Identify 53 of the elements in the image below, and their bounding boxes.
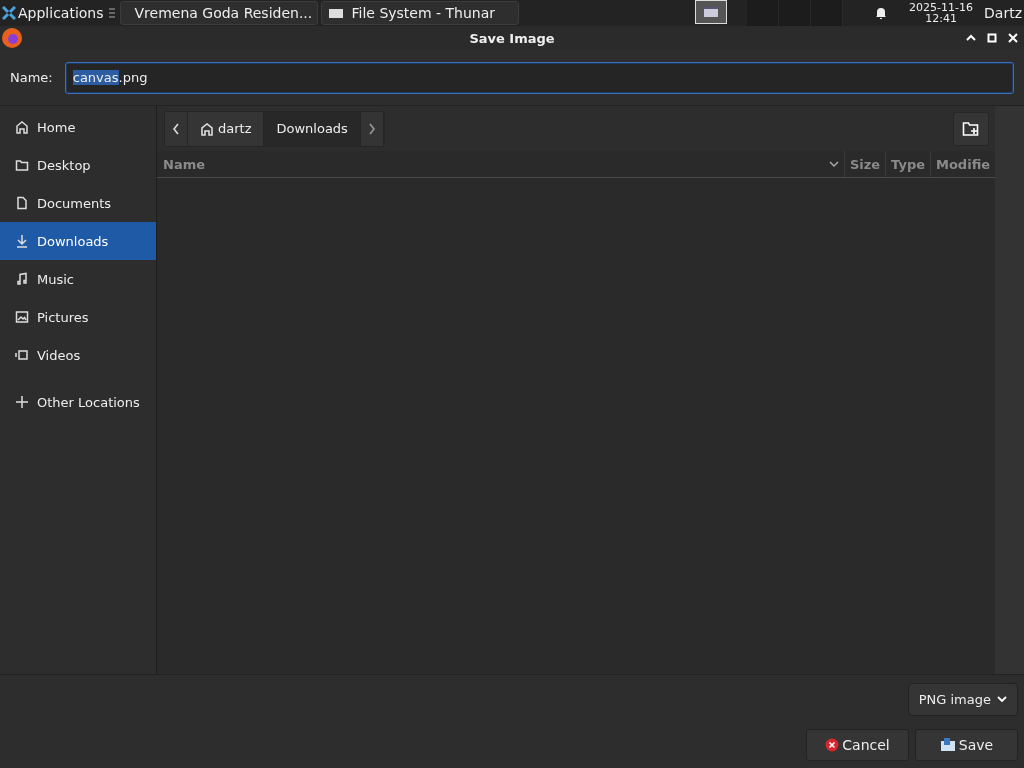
video-camera-icon [15, 348, 29, 362]
back-icon [172, 122, 180, 135]
column-header[interactable]: Size [844, 151, 887, 177]
name-field[interactable]: canvas.png [64, 61, 1014, 94]
image-icon [15, 310, 29, 324]
taskbar-button[interactable]: File System - Thunar [320, 1, 519, 25]
plus-icon [15, 395, 29, 409]
home-icon [15, 120, 29, 134]
column-header[interactable]: Type [886, 151, 931, 177]
window-title: Save Image [469, 30, 555, 46]
download-icon [15, 234, 29, 248]
sidebar-item[interactable]: Desktop [0, 146, 156, 184]
save-button[interactable]: Save [915, 729, 1018, 761]
taskbar-button[interactable]: Vremena Goda Residen... [119, 1, 318, 25]
column-header[interactable]: Name [157, 151, 845, 177]
handle-icon[interactable] [108, 8, 115, 18]
name-label: Name: [10, 70, 53, 85]
applications-menu[interactable]: Applications [0, 5, 104, 21]
music-note-icon [15, 272, 29, 286]
forward-icon [367, 122, 376, 135]
forward-button[interactable] [360, 111, 384, 146]
sidebar-item[interactable]: Other Locations [0, 383, 156, 421]
cancel-button[interactable]: Cancel [806, 729, 909, 761]
sidebar-item[interactable]: Home [0, 108, 156, 146]
sidebar-item[interactable]: Downloads [0, 222, 156, 260]
new-folder-icon [962, 120, 980, 137]
cancel-icon [825, 738, 840, 752]
clock-time: 12:41 [925, 13, 957, 24]
close-icon[interactable] [1007, 32, 1019, 44]
scrollbar-track[interactable] [995, 106, 1024, 674]
home-icon [200, 121, 214, 136]
sidebar-item[interactable]: Music [0, 260, 156, 298]
app-icon [1, 27, 23, 49]
sort-caret-icon[interactable] [828, 160, 839, 168]
column-header[interactable]: Modifie [931, 151, 995, 177]
logo-icon [2, 6, 16, 20]
file-type-dropdown[interactable]: PNG image [907, 682, 1018, 716]
document-icon [15, 196, 29, 210]
sidebar-item[interactable]: Pictures [0, 298, 156, 336]
clock-date: 2025-11-16 [909, 2, 974, 13]
path-button[interactable]: dartz [188, 111, 265, 146]
caret-icon [997, 695, 1007, 703]
folder-icon [15, 158, 29, 172]
back-button[interactable] [165, 111, 188, 146]
window-icon [704, 7, 719, 17]
sidebar-item[interactable]: Documents [0, 184, 156, 222]
maximize-icon[interactable] [987, 33, 997, 43]
bell-icon[interactable] [874, 6, 889, 20]
sidebar-item[interactable]: Videos [0, 336, 156, 374]
path-button[interactable]: Downloads [264, 111, 361, 146]
user-name[interactable]: Dartz [984, 5, 1022, 21]
save-icon [939, 738, 956, 752]
new-folder-button[interactable] [953, 111, 989, 146]
